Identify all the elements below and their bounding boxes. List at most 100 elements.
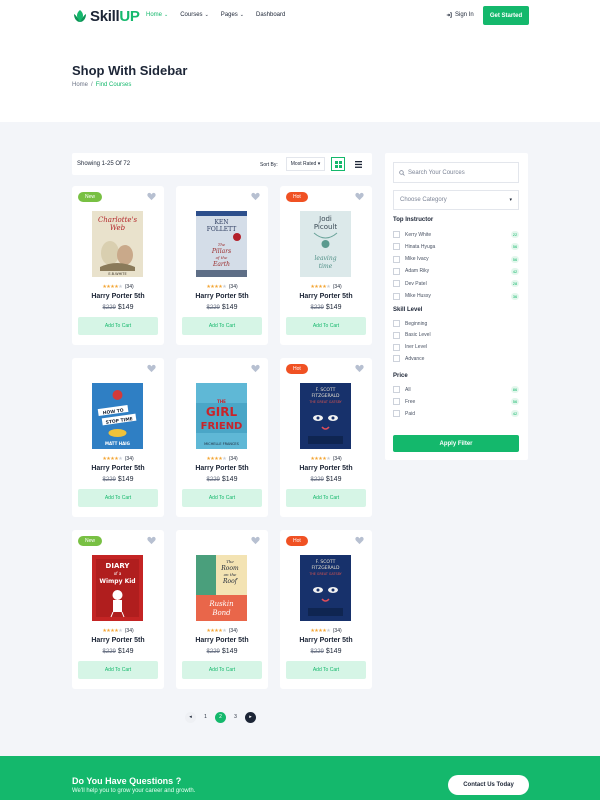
get-started-button[interactable]: Get Started <box>483 6 529 25</box>
category-placeholder: Choose Category <box>400 197 447 203</box>
skill-option[interactable]: Iner Level <box>393 343 519 352</box>
old-price: $229 <box>206 649 220 655</box>
heart-icon[interactable] <box>355 536 364 545</box>
product-name[interactable]: Harry Porter 5th <box>280 293 372 300</box>
pagination-page-1[interactable]: 1 <box>200 712 211 723</box>
grid-view-button[interactable] <box>331 157 345 171</box>
nav-pages[interactable]: Pages ⌄ <box>221 12 244 18</box>
instructor-option[interactable]: Hinata Hyuga 56 <box>393 242 519 251</box>
book-cover-image[interactable]: Charlotte's Web E.B.WHITE <box>92 211 143 277</box>
list-view-button[interactable] <box>351 157 365 171</box>
checkbox[interactable] <box>393 231 400 238</box>
checkbox[interactable] <box>393 267 400 275</box>
breadcrumb-home[interactable]: Home <box>72 82 88 88</box>
instructor-option[interactable]: Kerry White 22 <box>393 230 519 239</box>
heart-icon[interactable] <box>355 364 364 373</box>
product-card[interactable]: The Room on the Roof Ruskin Bond ★★★★★ (3… <box>176 530 268 689</box>
sign-in-link[interactable]: Sign In <box>446 12 474 18</box>
checkbox[interactable] <box>393 343 400 351</box>
product-card[interactable]: Hot F. SCOTT FITZGERALD THE GREAT GATSBY… <box>280 358 372 517</box>
price-option[interactable]: All 86 <box>393 385 519 394</box>
category-select[interactable]: Choose Category ▾ <box>393 190 519 210</box>
price-option[interactable]: Paid 42 <box>393 409 519 418</box>
instructor-option[interactable]: Mike Ivacy 56 <box>393 255 519 264</box>
product-card[interactable]: KEN FOLLETT The Pillars of the Earth ★★★… <box>176 186 268 345</box>
add-to-cart-button[interactable]: Add To Cart <box>78 317 158 335</box>
checkbox[interactable] <box>393 398 400 405</box>
checkbox[interactable] <box>393 410 400 417</box>
product-name[interactable]: Harry Porter 5th <box>176 465 268 472</box>
add-to-cart-button[interactable]: Add To Cart <box>286 661 366 679</box>
skill-option[interactable]: Advance <box>393 354 519 363</box>
nav-dashboard[interactable]: Dashboard <box>256 12 285 18</box>
rating-count: (34) <box>124 456 134 462</box>
current-price: $149 <box>221 304 238 311</box>
book-cover-image[interactable]: KEN FOLLETT The Pillars of the Earth <box>196 211 247 277</box>
svg-text:THE: THE <box>217 399 226 404</box>
heart-icon[interactable] <box>147 192 156 201</box>
product-name[interactable]: Harry Porter 5th <box>72 293 164 300</box>
instructor-option[interactable]: Mike Hussy 36 <box>393 292 519 301</box>
heart-icon[interactable] <box>251 364 260 373</box>
add-to-cart-button[interactable]: Add To Cart <box>182 317 262 335</box>
checkbox[interactable] <box>393 331 400 339</box>
nav-courses[interactable]: Courses ⌄ <box>180 12 209 18</box>
heart-icon[interactable] <box>251 192 260 201</box>
apply-filter-button[interactable]: Apply Filter <box>393 435 519 452</box>
product-name[interactable]: Harry Porter 5th <box>280 465 372 472</box>
book-cover-image[interactable]: F. SCOTT FITZGERALD THE GREAT GATSBY <box>300 555 351 621</box>
instructor-option[interactable]: Dev Patel 28 <box>393 279 519 288</box>
nav-home[interactable]: Home ⌄ <box>146 12 168 18</box>
book-cover-image[interactable]: Jodi Picoult leaving time <box>300 211 351 277</box>
checkbox[interactable] <box>393 255 400 263</box>
current-price: $149 <box>117 476 134 483</box>
pagination-prev-button[interactable]: ◂ <box>185 711 196 723</box>
product-name[interactable]: Harry Porter 5th <box>176 637 268 644</box>
checkbox[interactable] <box>393 243 400 251</box>
contact-us-button[interactable]: Contact Us Today <box>448 775 529 795</box>
add-to-cart-button[interactable]: Add To Cart <box>182 489 262 507</box>
svg-text:Charlotte's: Charlotte's <box>98 216 138 224</box>
product-card[interactable]: HOW TO STOP TIME MATT HAIG ★★★★★ (34) Harr… <box>72 358 164 517</box>
logo[interactable]: SkillUP <box>72 7 140 25</box>
instructor-option[interactable]: Adam Riky 42 <box>393 267 519 276</box>
product-card[interactable]: New Charlotte's Web E.B.WHITE ★★★★★ (34) H… <box>72 186 164 345</box>
checkbox[interactable] <box>393 386 400 393</box>
product-name[interactable]: Harry Porter 5th <box>280 637 372 644</box>
product-card[interactable]: New DIARY of a Wimpy Kid ★★★★★ (34) Harry … <box>72 530 164 689</box>
chevron-down-icon: ⌄ <box>164 12 169 18</box>
product-name[interactable]: Harry Porter 5th <box>176 293 268 300</box>
option-count: 42 <box>511 410 519 417</box>
skill-option[interactable]: Basic Level <box>393 331 519 340</box>
checkbox[interactable] <box>393 355 400 363</box>
product-card[interactable]: Hot Jodi Picoult leaving time ★★★★★ (34) H… <box>280 186 372 345</box>
book-cover-image[interactable]: THE GIRL FRIEND MICHELLE FRANCES <box>196 383 247 449</box>
heart-icon[interactable] <box>147 536 156 545</box>
heart-icon[interactable] <box>147 364 156 373</box>
pagination-page-3[interactable]: 3 <box>230 712 241 723</box>
heart-icon[interactable] <box>355 192 364 201</box>
book-cover-image[interactable]: The Room on the Roof Ruskin Bond <box>196 555 247 621</box>
checkbox[interactable] <box>393 320 400 327</box>
add-to-cart-button[interactable]: Add To Cart <box>78 661 158 679</box>
sort-select[interactable]: Most Rated ▾ <box>286 157 325 171</box>
add-to-cart-button[interactable]: Add To Cart <box>182 661 262 679</box>
product-name[interactable]: Harry Porter 5th <box>72 637 164 644</box>
book-cover-image[interactable]: DIARY of a Wimpy Kid <box>92 555 143 621</box>
add-to-cart-button[interactable]: Add To Cart <box>286 317 366 335</box>
product-card[interactable]: Hot F. SCOTT FITZGERALD THE GREAT GATSBY… <box>280 530 372 689</box>
pagination-page-2[interactable]: 2 <box>215 711 226 723</box>
product-name[interactable]: Harry Porter 5th <box>72 465 164 472</box>
heart-icon[interactable] <box>251 536 260 545</box>
skill-option[interactable]: Beginning <box>393 319 519 328</box>
add-to-cart-button[interactable]: Add To Cart <box>286 489 366 507</box>
product-card[interactable]: THE GIRL FRIEND MICHELLE FRANCES ★★★★★ (3… <box>176 358 268 517</box>
price-option[interactable]: Free 56 <box>393 397 519 406</box>
pagination-next-button[interactable]: ▸ <box>245 711 256 723</box>
book-cover-image[interactable]: F. SCOTT FITZGERALD THE GREAT GATSBY <box>300 383 351 449</box>
course-search-input[interactable]: Search Your Cources <box>393 162 519 183</box>
checkbox[interactable] <box>393 280 400 288</box>
add-to-cart-button[interactable]: Add To Cart <box>78 489 158 507</box>
book-cover-image[interactable]: HOW TO STOP TIME MATT HAIG <box>92 383 143 449</box>
checkbox[interactable] <box>393 292 400 300</box>
